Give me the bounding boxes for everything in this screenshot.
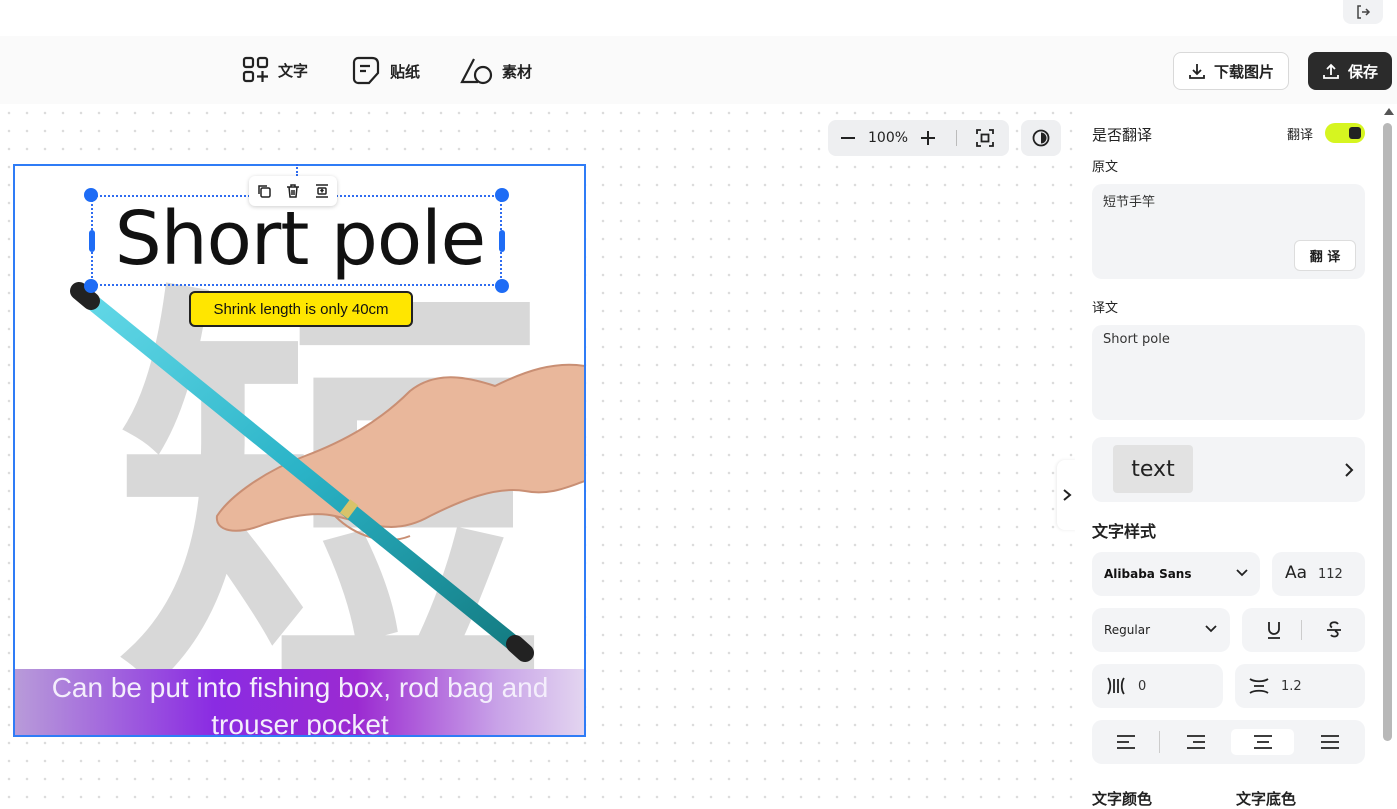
align-left-icon [1117, 735, 1135, 749]
translate-question-label: 是否翻译 [1092, 126, 1153, 144]
download-icon [1189, 64, 1205, 79]
fit-screen-icon [976, 129, 994, 147]
sticker-icon [352, 56, 380, 85]
zoom-level: 100% [868, 130, 909, 146]
chevron-right-icon [1063, 489, 1072, 501]
chevron-right-icon [1345, 463, 1354, 477]
letter-spacing-icon [1107, 677, 1125, 695]
resize-handle-left[interactable] [89, 230, 95, 252]
font-size-icon: Aa [1285, 563, 1308, 583]
rotate-guide-line [296, 164, 298, 176]
selection-box [91, 195, 502, 286]
resize-handle-top-left[interactable] [84, 188, 98, 202]
download-label: 下载图片 [1214, 62, 1275, 81]
align-center-icon[interactable] [314, 183, 330, 199]
upload-icon [1323, 63, 1339, 79]
top-bar [0, 0, 1397, 36]
chevron-down-icon [1205, 625, 1217, 633]
logout-button[interactable] [1343, 0, 1383, 24]
translate-button[interactable]: 翻 译 [1294, 240, 1356, 271]
material-tool-label: 素材 [502, 62, 533, 81]
font-weight-select[interactable]: Regular [1092, 608, 1230, 652]
zoom-in-button[interactable] [908, 120, 948, 156]
text-align-group [1092, 720, 1365, 764]
resize-handle-bottom-right[interactable] [495, 279, 509, 293]
text-decoration-group [1242, 608, 1365, 652]
download-image-button[interactable]: 下载图片 [1173, 52, 1290, 90]
align-right-button[interactable] [1180, 731, 1212, 753]
zoom-out-button[interactable] [828, 120, 868, 156]
translated-text-field[interactable]: Short pole [1092, 325, 1365, 420]
sticker-tool-label: 贴纸 [390, 62, 421, 81]
align-left-button[interactable] [1110, 731, 1142, 753]
toolbar: 文字 贴纸 素材 下载图片 保存 [0, 36, 1397, 104]
contrast-toggle-button[interactable] [1021, 120, 1061, 156]
font-family-select[interactable]: Alibaba Sans [1092, 552, 1260, 596]
fit-screen-button[interactable] [965, 120, 1005, 156]
shapes-icon [460, 58, 493, 85]
copy-icon[interactable] [256, 183, 272, 199]
logout-icon [1357, 5, 1371, 19]
sticker-tool-button[interactable]: 贴纸 [350, 56, 420, 86]
text-tool-button[interactable]: 文字 [242, 56, 308, 84]
align-right-icon [1187, 735, 1205, 749]
underline-button[interactable] [1260, 618, 1288, 642]
text-preset-preview: text [1113, 445, 1193, 493]
letter-spacing-value: 0 [1138, 679, 1147, 694]
translated-text-label: 译文 [1092, 301, 1119, 316]
letter-spacing-field[interactable]: 0 [1092, 664, 1223, 708]
resize-handle-bottom-left[interactable] [84, 279, 98, 293]
zoom-controls: 100% [828, 120, 1009, 156]
underline-icon [1268, 622, 1280, 639]
plus-icon [921, 131, 935, 145]
original-text-label: 原文 [1092, 160, 1119, 175]
resize-handle-top-right[interactable] [495, 188, 509, 202]
text-preset-selector[interactable]: text [1092, 437, 1365, 502]
scroll-up-arrow[interactable] [1384, 108, 1394, 115]
apps-add-icon [242, 56, 269, 83]
font-size-value: 112 [1318, 567, 1343, 582]
text-tool-label: 文字 [278, 61, 309, 80]
align-justify-button[interactable] [1314, 731, 1346, 753]
original-text-value: 短节手竿 [1103, 195, 1156, 210]
decoration-divider [1301, 620, 1302, 640]
footer-text[interactable]: Can be put into fishing box, rod bag and… [15, 669, 584, 735]
chevron-down-icon [1236, 569, 1248, 577]
contrast-icon [1032, 129, 1050, 147]
minus-icon [841, 137, 855, 139]
element-mini-toolbar [249, 176, 337, 206]
trash-icon[interactable] [285, 183, 301, 199]
line-height-icon [1249, 678, 1269, 694]
translate-toggle[interactable] [1325, 123, 1365, 143]
line-height-value: 1.2 [1281, 679, 1302, 694]
align-center-button[interactable] [1231, 729, 1294, 755]
zoom-divider [956, 130, 957, 146]
save-label: 保存 [1348, 62, 1379, 81]
strikethrough-button[interactable] [1320, 618, 1348, 642]
panel-scrollbar[interactable] [1383, 123, 1392, 741]
align-justify-icon [1321, 735, 1339, 749]
font-family-value: Alibaba Sans [1104, 567, 1192, 581]
save-button[interactable]: 保存 [1308, 52, 1393, 90]
line-height-field[interactable]: 1.2 [1235, 664, 1365, 708]
translate-toggle-label: 翻译 [1287, 128, 1314, 143]
align-center-icon [1253, 735, 1272, 749]
font-weight-value: Regular [1104, 623, 1151, 637]
strikethrough-icon [1327, 621, 1341, 638]
font-size-field[interactable]: Aa 112 [1272, 552, 1365, 596]
panel-collapse-button[interactable] [1057, 460, 1077, 530]
text-style-heading: 文字样式 [1092, 522, 1157, 541]
shrink-length-badge[interactable]: Shrink length is only 40cm [189, 291, 413, 327]
material-tool-button[interactable]: 素材 [460, 56, 532, 86]
resize-handle-right[interactable] [499, 230, 505, 252]
align-divider [1159, 731, 1160, 753]
translated-text-value: Short pole [1103, 332, 1170, 347]
